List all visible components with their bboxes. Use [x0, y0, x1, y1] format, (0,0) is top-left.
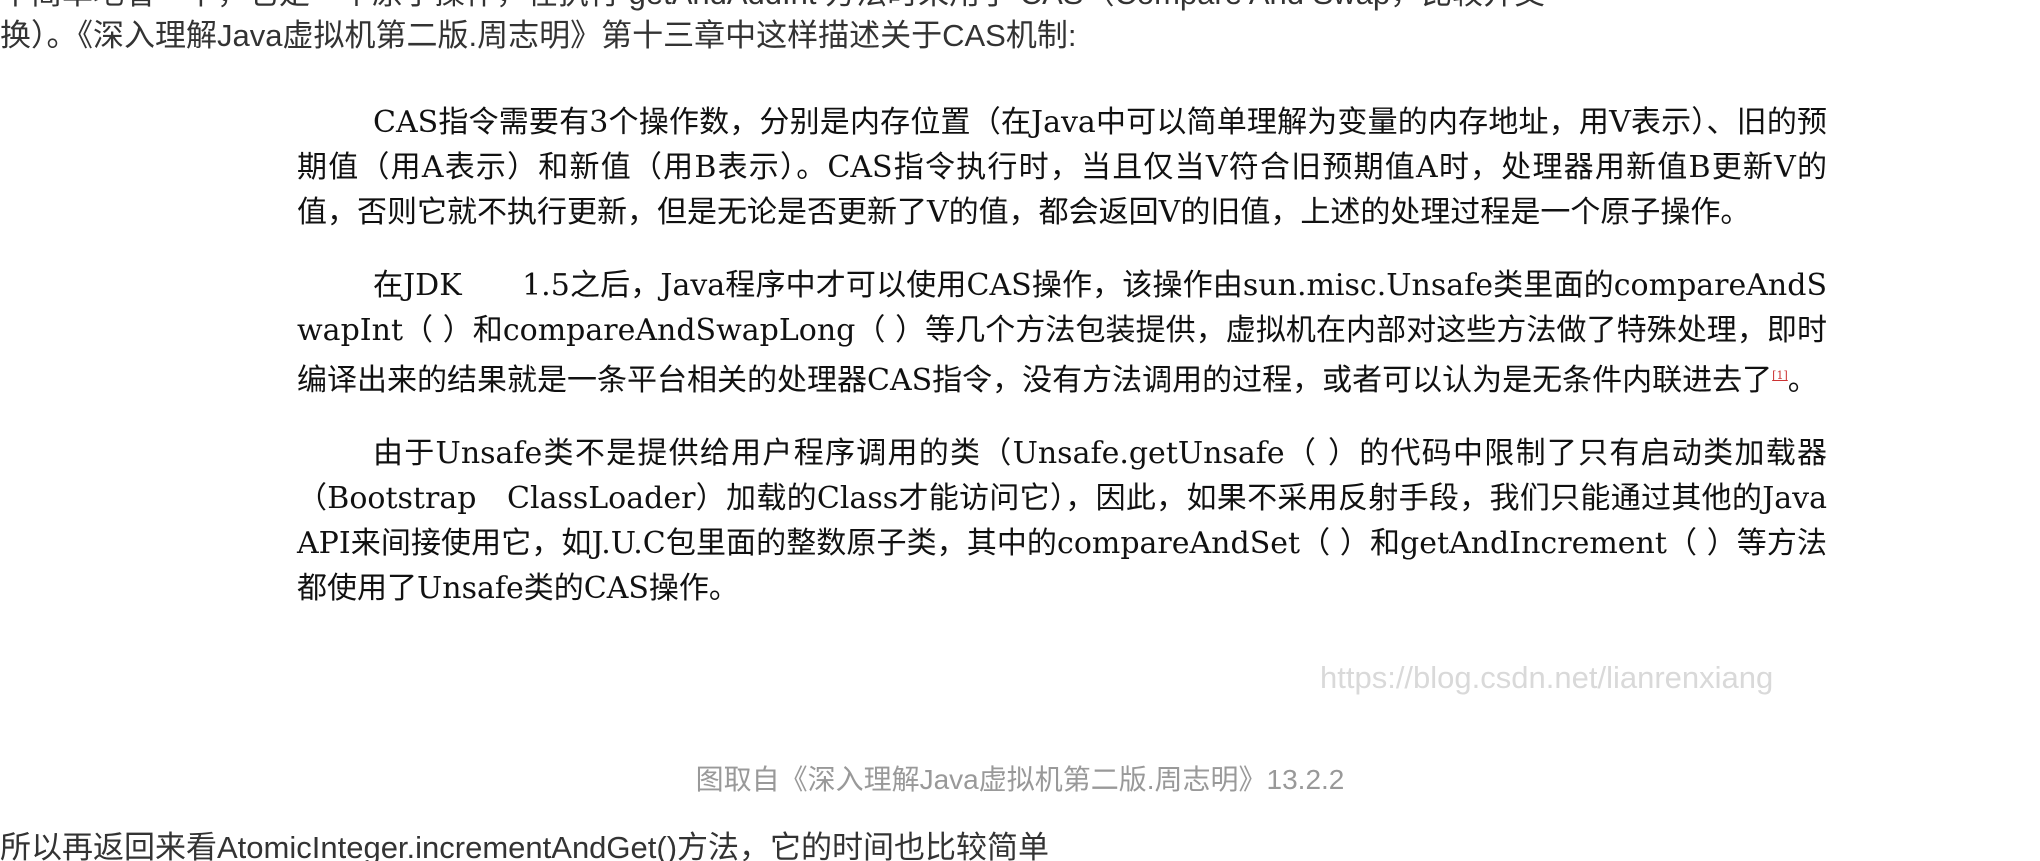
article-text-line-partial: 中简单地看一下，它是一个原子操作，在执行 getAndAddInt 方法时采用了…	[0, 0, 1545, 13]
article-outro-line: 所以再返回来看AtomicInteger.incrementAndGet()方法…	[0, 830, 1050, 861]
footnote-reference[interactable]: [1]	[1772, 369, 1788, 382]
excerpt-paragraph-2-end: 。	[1787, 363, 1818, 398]
excerpt-paragraph-2: 在JDK 1.5之后，Java程序中才可以使用CAS操作，该操作由sun.mis…	[292, 263, 1827, 403]
article-page: 中简单地看一下，它是一个原子操作，在执行 getAndAddInt 方法时采用了…	[0, 0, 2040, 861]
book-excerpt-figure: CAS指令需要有3个操作数，分别是内存位置（在Java中可以简单理解为变量的内存…	[292, 100, 1887, 736]
excerpt-paragraph-1-text: CAS指令需要有3个操作数，分别是内存位置（在Java中可以简单理解为变量的内存…	[297, 105, 1827, 230]
article-intro-line: 换）。《深入理解Java虚拟机第二版.周志明》第十三章中这样描述关于CAS机制:	[0, 18, 1077, 53]
excerpt-paragraph-2-text: 在JDK 1.5之后，Java程序中才可以使用CAS操作，该操作由sun.mis…	[297, 268, 1827, 398]
figure-caption: 图取自《深入理解Java虚拟机第二版.周志明》13.2.2	[695, 764, 1345, 795]
excerpt-paragraph-3: 由于Unsafe类不是提供给用户程序调用的类（Unsafe.getUnsafe（…	[292, 431, 1887, 611]
image-watermark: https://blog.csdn.net/lianrenxiang	[1320, 660, 1774, 695]
excerpt-paragraph-1: CAS指令需要有3个操作数，分别是内存位置（在Java中可以简单理解为变量的内存…	[292, 100, 1827, 235]
excerpt-paragraph-3-text: 由于Unsafe类不是提供给用户程序调用的类（Unsafe.getUnsafe（…	[297, 436, 1887, 606]
